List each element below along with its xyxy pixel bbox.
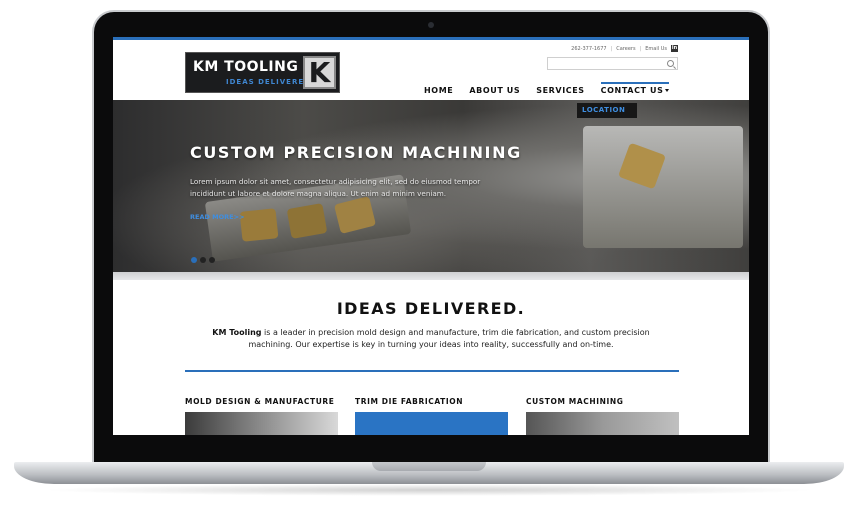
hero-banner: CUSTOM PRECISION MACHINING Lorem ipsum d… <box>113 100 749 272</box>
intro-brand: KM Tooling <box>212 328 262 337</box>
hero-image-insert <box>239 208 279 242</box>
column-image-trim-die[interactable] <box>355 412 508 435</box>
email-link[interactable]: Email Us <box>645 46 667 52</box>
nav-contact-us-label: CONTACT US <box>600 86 664 95</box>
laptop-shadow <box>40 484 818 496</box>
hero-image-tool <box>583 126 743 248</box>
logo-mark-icon: K <box>303 56 336 89</box>
column-image-machining[interactable] <box>526 412 679 435</box>
hero-body: Lorem ipsum dolor sit amet, consectetur … <box>190 177 481 198</box>
phone-number: 262-377-1677 <box>571 45 607 52</box>
column-title-trim-die[interactable]: TRIM DIE FABRICATION <box>355 397 463 406</box>
hero-image-insert <box>286 203 328 239</box>
linkedin-icon[interactable]: in <box>671 45 678 52</box>
hero-title: CUSTOM PRECISION MACHINING <box>190 143 522 162</box>
nav-services[interactable]: SERVICES <box>536 86 584 95</box>
laptop-notch <box>372 462 486 471</box>
logo-tagline: IDEAS DELIVERED <box>226 78 311 86</box>
top-accent-bar <box>113 37 749 40</box>
camera-icon <box>428 22 434 28</box>
nav-contact-us[interactable]: CONTACT US <box>600 82 670 95</box>
slider-dot-2[interactable] <box>200 257 206 263</box>
nav-home[interactable]: HOME <box>424 86 453 95</box>
slider-dot-3[interactable] <box>209 257 215 263</box>
hero-bottom-strip <box>113 272 749 280</box>
intro-text: is a leader in precision mold design and… <box>248 328 650 349</box>
careers-link[interactable]: Careers <box>616 46 635 52</box>
screen: KM TOOLING IDEAS DELIVERED K 262-377-167… <box>113 37 749 435</box>
dropdown-item-location[interactable]: LOCATION <box>582 106 625 114</box>
nav-about-us[interactable]: ABOUT US <box>469 86 520 95</box>
logo-name: KM TOOLING <box>193 59 299 75</box>
column-title-machining[interactable]: CUSTOM MACHINING <box>526 397 624 406</box>
column-image-mold[interactable] <box>185 412 338 435</box>
contact-dropdown: LOCATION <box>577 103 637 118</box>
slider-dots <box>191 257 215 263</box>
site-logo[interactable]: KM TOOLING IDEAS DELIVERED K <box>185 52 340 93</box>
section-divider <box>185 370 679 372</box>
search-icon[interactable] <box>667 60 674 67</box>
read-more-link[interactable]: READ MORE>> <box>190 213 244 221</box>
section-headline: IDEAS DELIVERED. <box>336 299 526 318</box>
laptop-mockup: KM TOOLING IDEAS DELIVERED K 262-377-167… <box>0 0 858 516</box>
slider-dot-1[interactable] <box>191 257 197 263</box>
intro-paragraph: KM Tooling is a leader in precision mold… <box>199 327 663 351</box>
utility-bar: 262-377-1677 | Careers | Email Us in <box>571 45 678 52</box>
search-input[interactable] <box>547 57 678 70</box>
main-nav: HOME ABOUT US SERVICES CONTACT US <box>424 82 685 95</box>
chevron-down-icon <box>665 89 670 92</box>
column-title-mold[interactable]: MOLD DESIGN & MANUFACTURE <box>185 397 335 406</box>
